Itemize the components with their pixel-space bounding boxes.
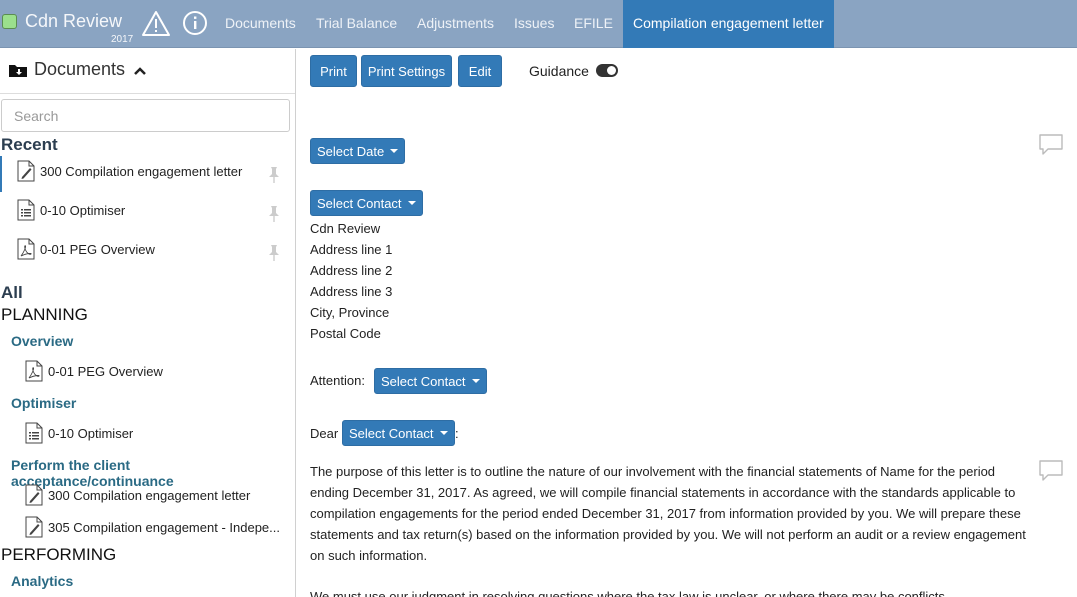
folder-icon bbox=[9, 65, 27, 77]
tab-trial-balance[interactable]: Trial Balance bbox=[316, 0, 397, 48]
category-analytics[interactable]: Analytics bbox=[11, 573, 73, 589]
recent-item-label: 0-10 Optimiser bbox=[40, 202, 126, 218]
list-item-label: 0-10 Optimiser bbox=[48, 425, 134, 441]
select-contact-label: Select Contact bbox=[381, 373, 466, 389]
letter-paragraph: The purpose of this letter is to outline… bbox=[310, 464, 1026, 563]
recent-item[interactable]: 300 Compilation engagement letter bbox=[17, 159, 242, 183]
group-performing[interactable]: PERFORMING bbox=[1, 545, 116, 565]
select-contact-label: Select Contact bbox=[349, 425, 434, 441]
top-navigation-bar: Cdn Review 2017 Documents Trial Balance … bbox=[0, 0, 1077, 48]
tab-documents[interactable]: Documents bbox=[225, 0, 296, 48]
attention-label: Attention: bbox=[310, 373, 365, 388]
list-item-label: 0-01 PEG Overview bbox=[48, 363, 163, 379]
address-line: Postal Code bbox=[310, 326, 381, 341]
recent-item-label: 0-01 PEG Overview bbox=[40, 241, 155, 257]
pin-icon[interactable] bbox=[267, 166, 281, 184]
caret-down-icon bbox=[407, 201, 416, 205]
caret-down-icon bbox=[390, 149, 399, 153]
address-line: Address line 3 bbox=[310, 284, 393, 299]
address-line: City, Province bbox=[310, 305, 390, 320]
pin-icon[interactable] bbox=[267, 205, 281, 223]
edit-document-icon bbox=[17, 160, 35, 182]
pin-icon[interactable] bbox=[267, 244, 281, 262]
tab-issues[interactable]: Issues bbox=[514, 0, 554, 48]
list-item[interactable]: 300 Compilation engagement letter bbox=[25, 483, 250, 507]
caret-up-icon[interactable] bbox=[134, 67, 146, 75]
letter-paragraph: We must use our judgment in resolving qu… bbox=[310, 589, 945, 597]
address-line: Cdn Review bbox=[310, 221, 381, 236]
list-item[interactable]: 0-01 PEG Overview bbox=[25, 359, 163, 383]
comment-icon[interactable] bbox=[1038, 133, 1064, 157]
recent-item-label: 300 Compilation engagement letter bbox=[40, 163, 243, 179]
list-item-label: 305 Compilation engagement - Indepe... bbox=[48, 519, 280, 535]
select-contact-label: Select Contact bbox=[317, 195, 402, 211]
info-icon[interactable] bbox=[182, 10, 208, 36]
category-optimiser[interactable]: Optimiser bbox=[11, 395, 76, 411]
caret-down-icon bbox=[439, 431, 448, 435]
edit-button[interactable]: Edit bbox=[458, 55, 502, 87]
caret-down-icon bbox=[471, 379, 480, 383]
print-button[interactable]: Print bbox=[310, 55, 357, 87]
guidance-toggle[interactable] bbox=[596, 64, 618, 77]
documents-sidebar: Documents Recent 300 Compilation engagem… bbox=[0, 49, 296, 597]
recent-item[interactable]: 0-10 Optimiser bbox=[17, 198, 125, 222]
select-contact-dropdown[interactable]: Select Contact bbox=[310, 190, 423, 216]
select-date-dropdown[interactable]: Select Date bbox=[310, 138, 406, 164]
tab-compilation-engagement-letter[interactable]: Compilation engagement letter bbox=[623, 0, 834, 48]
select-date-label: Select Date bbox=[317, 143, 385, 159]
group-planning[interactable]: PLANNING bbox=[1, 305, 88, 325]
dear-colon: : bbox=[455, 426, 459, 441]
list-document-icon bbox=[17, 199, 35, 221]
app-title[interactable]: Cdn Review bbox=[25, 11, 122, 32]
guidance-label: Guidance bbox=[529, 63, 589, 79]
active-item-marker bbox=[0, 156, 2, 192]
list-item-label: 300 Compilation engagement letter bbox=[48, 487, 251, 503]
sidebar-header[interactable]: Documents bbox=[0, 49, 295, 94]
recent-heading: Recent bbox=[1, 135, 58, 154]
dear-label: Dear bbox=[310, 426, 339, 441]
warning-icon[interactable] bbox=[141, 10, 171, 37]
search-input[interactable] bbox=[1, 99, 290, 132]
all-heading: All bbox=[1, 283, 23, 302]
edit-document-icon bbox=[25, 516, 43, 538]
dear-contact-dropdown[interactable]: Select Contact bbox=[342, 420, 455, 446]
tab-efile[interactable]: EFILE bbox=[574, 0, 613, 48]
comment-icon[interactable] bbox=[1038, 459, 1064, 483]
list-item[interactable]: 0-10 Optimiser bbox=[25, 421, 133, 445]
print-settings-button[interactable]: Print Settings bbox=[361, 55, 452, 87]
list-item[interactable]: 305 Compilation engagement - Indepe... bbox=[25, 515, 280, 539]
app-year: 2017 bbox=[111, 34, 134, 45]
category-overview[interactable]: Overview bbox=[11, 333, 73, 349]
attention-contact-dropdown[interactable]: Select Contact bbox=[374, 368, 487, 394]
address-line: Address line 2 bbox=[310, 263, 393, 278]
status-indicator bbox=[2, 14, 17, 29]
address-line: Address line 1 bbox=[310, 242, 393, 257]
edit-document-icon bbox=[25, 484, 43, 506]
tab-adjustments[interactable]: Adjustments bbox=[417, 0, 494, 48]
list-document-icon bbox=[25, 422, 43, 444]
sidebar-title: Documents bbox=[34, 59, 126, 79]
toggle-knob bbox=[607, 66, 616, 75]
document-content: Print Print Settings Edit Guidance Selec… bbox=[297, 49, 1077, 597]
pdf-document-icon bbox=[17, 238, 35, 260]
recent-item[interactable]: 0-01 PEG Overview bbox=[17, 237, 155, 261]
pdf-document-icon bbox=[25, 360, 43, 382]
